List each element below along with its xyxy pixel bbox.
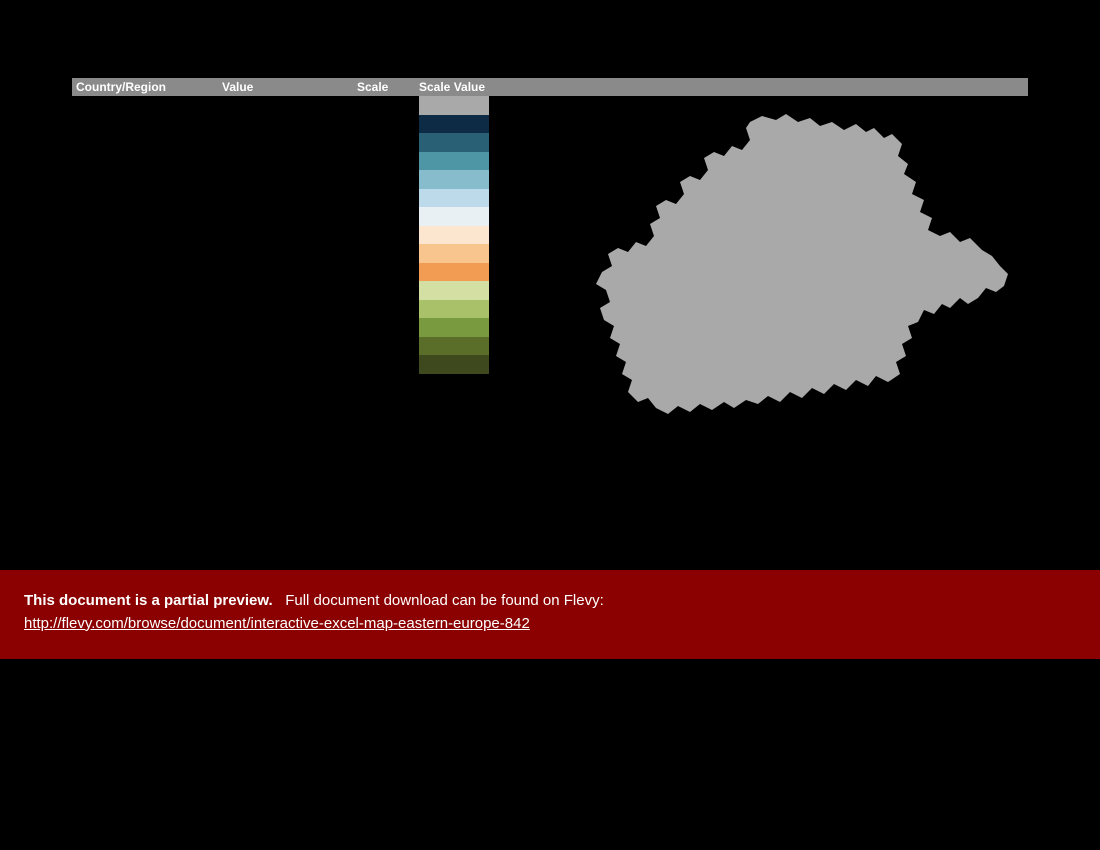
map-belarus: [572, 108, 1012, 448]
scale-swatch: [419, 263, 489, 282]
scale-swatch: [419, 133, 489, 152]
header-country-region: Country/Region: [72, 80, 222, 94]
notice-bold-text: This document is a partial preview.: [24, 592, 273, 609]
column-header-row: Country/Region Value Scale Scale Value: [72, 78, 1028, 96]
header-scale: Scale: [357, 80, 419, 94]
scale-swatch: [419, 281, 489, 300]
scale-swatch: [419, 96, 489, 115]
belarus-silhouette: [596, 114, 1008, 414]
scale-swatch: [419, 244, 489, 263]
scale-swatch: [419, 300, 489, 319]
scale-swatch: [419, 207, 489, 226]
header-scale-value: Scale Value: [419, 80, 1028, 94]
scale-swatch: [419, 337, 489, 356]
scale-swatch: [419, 318, 489, 337]
notice-link[interactable]: http://flevy.com/browse/document/interac…: [24, 615, 530, 632]
preview-notice-bar: This document is a partial preview. Full…: [0, 570, 1100, 659]
scale-swatch: [419, 355, 489, 374]
notice-rest-text-value: Full document download can be found on F…: [285, 592, 604, 609]
notice-rest-text: [277, 592, 285, 609]
scale-swatch: [419, 152, 489, 171]
scale-swatch: [419, 226, 489, 245]
scale-swatch: [419, 189, 489, 208]
color-scale-legend: [419, 96, 489, 374]
scale-swatch: [419, 115, 489, 134]
header-value: Value: [222, 80, 357, 94]
scale-swatch: [419, 170, 489, 189]
preview-content: Country/Region Value Scale Scale Value: [72, 78, 1028, 96]
